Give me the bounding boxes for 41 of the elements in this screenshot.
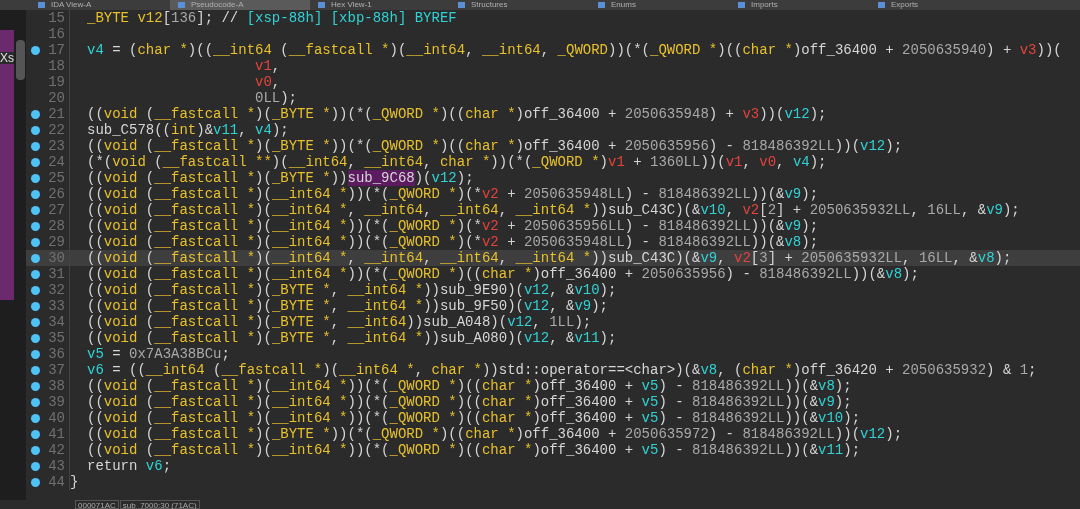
code-line: ((void (__fastcall *)(_BYTE *, __int64))sub_A048)(v12, 1LL); [86, 314, 592, 330]
code-line: ((void (__fastcall *)(_BYTE *, __int64 *))sub_9E90)(v12, &v10); [86, 282, 617, 298]
status-location: sub_7000:30 (71AC) [119, 500, 200, 509]
tab-icon [318, 2, 325, 8]
status-address: 000071AC [75, 500, 119, 509]
code-line: ((void (__fastcall *)(__int64 *, __int64, __int64, __int64 *))sub_C43C)(&v9, v2[3] + 2050635932LL, 16LL, &v8); [86, 250, 1012, 266]
code-line: ((void (__fastcall *)(__int64 *))(*(_QWORD *)((char *)off_36400 + v5) - 818486392LL))(&v10); [86, 410, 861, 426]
code-line: ((void (__fastcall *)(_BYTE *))(*(_QWORD *)((char *)off_36400 + 2050635956) - 818486392LL))(v12); [86, 138, 903, 154]
code-line: ((void (__fastcall *)(__int64 *))(*(_QWORD *)(*v2 + 2050635948LL) - 818486392LL))(&v8); [86, 234, 819, 250]
code-line: ((void (__fastcall *)(__int64 *))(*(_QWORD *)((char *)off_36400 + v5) - 818486392LL))(&v8); [86, 378, 852, 394]
code-line: ((void (__fastcall *)(__int64 *, __int64, __int64, __int64 *))sub_C43C)(&v10, v2[2] + 2050635932LL, 16LL, &v9); [86, 202, 1020, 218]
code-line: (*(void (__fastcall **)(__int64, __int64, char *))(*(_QWORD *)v1 + 1360LL))(v1, v0, v4); [86, 154, 827, 170]
code-line: ((void (__fastcall *)(_BYTE *))sub_9C68)(v12); [86, 170, 474, 186]
code-line: ((void (__fastcall *)(__int64 *))(*(_QWORD *)(*v2 + 2050635948LL) - 818486392LL))(&v9); [86, 186, 819, 202]
code-line: ((void (__fastcall *)(__int64 *))(*(_QWORD *)((char *)off_36400 + v5) - 818486392LL))(&v11); [86, 442, 861, 458]
tab-icon [38, 2, 45, 8]
code-line: ((void (__fastcall *)(_BYTE *))(*(_QWORD *)((char *)off_36400 + 2050635972) - 818486392LL))(v12); [86, 426, 903, 442]
code-line: } [70, 474, 79, 490]
code-line: ((void (__fastcall *)(_BYTE *, __int64 *))sub_A080)(v12, &v11); [86, 330, 617, 346]
code-line: ((void (__fastcall *)(__int64 *))(*(_QWORD *)((char *)off_36400 + 2050635956) - 818486392LL))(&v8); [86, 266, 919, 282]
code-line: 0LL); [254, 90, 298, 106]
code-line: v4 = (char *)((__int64 (__fastcall *)(__int64, __int64, _QWORD))(*(_QWORD *)((char *)off_36400 + 2050635940) + v3))( [86, 42, 1062, 58]
tab-icon [878, 2, 885, 8]
code-line: v1, [254, 58, 281, 74]
line-number: 44 [44, 474, 70, 490]
code-line: sub_C578((int)&v11, v4); [86, 122, 289, 138]
tab-icon [178, 2, 185, 8]
code-line: return v6; [86, 458, 172, 474]
code-line: ((void (__fastcall *)(__int64 *))(*(_QWORD *)((char *)off_36400 + v5) - 818486392LL))(&v9); [86, 394, 852, 410]
tab-icon [738, 2, 745, 8]
code-line: _BYTE v12[136]; // [xsp-88h] [xbp-88h] BYREF [86, 10, 457, 26]
code-line: ((void (__fastcall *)(__int64 *))(*(_QWORD *)(*v2 + 2050635956LL) - 818486392LL))(&v9); [86, 218, 819, 234]
tab-icon [458, 2, 465, 8]
panel-label: Xs [0, 52, 14, 64]
code-line: ((void (__fastcall *)(_BYTE *, __int64 *))sub_9F50)(v12, &v9); [86, 298, 608, 314]
scrollbar-thumb[interactable] [16, 40, 25, 80]
code-line: v6 = ((__int64 (__fastcall *)(__int64 *, char *))std::operator==<char>)(&v8, (char *)off_36420 + 2050635932) & 1; [86, 362, 1037, 378]
code-line: ((void (__fastcall *)(_BYTE *))(*(_QWORD *)((char *)off_36400 + 2050635948) + v3))(v12); [86, 106, 827, 122]
tab-icon [598, 2, 605, 8]
code-line: v0, [254, 74, 281, 90]
code-line: v5 = 0x7A3A38BCu; [86, 346, 230, 362]
